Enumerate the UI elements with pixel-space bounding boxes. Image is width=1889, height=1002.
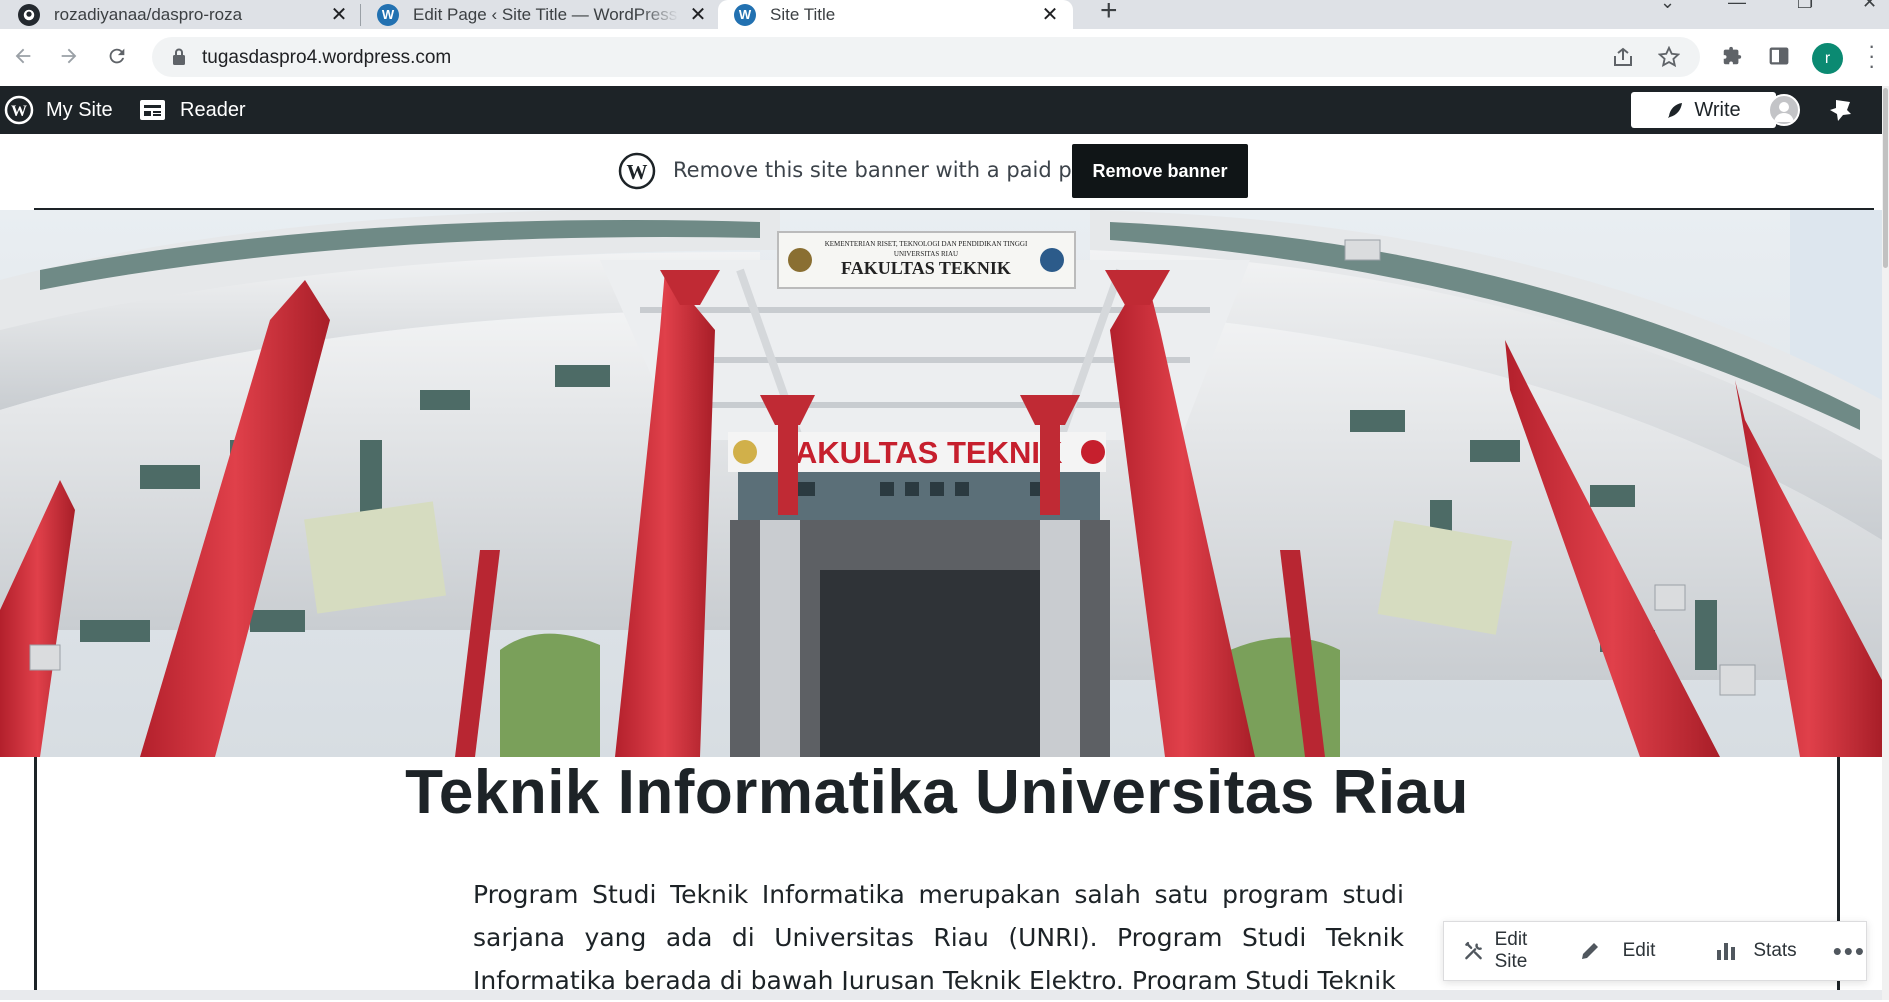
wordpress-logo-icon: W: [618, 152, 656, 190]
top-sign-main: FAKULTAS TEKNIK: [841, 258, 1011, 278]
stats-button[interactable]: Stats: [1715, 940, 1797, 962]
user-avatar[interactable]: [1768, 94, 1800, 126]
maximize-icon[interactable]: ❐: [1797, 0, 1813, 13]
browser-menu-icon[interactable]: · · ·: [1868, 35, 1875, 77]
close-tab-icon[interactable]: ✕: [330, 2, 348, 27]
tab-title: rozadiyanaa/daspro-roza: [54, 4, 243, 24]
profile-avatar[interactable]: r: [1812, 43, 1843, 74]
browser-tab-strip: rozadiyanaa/daspro-roza ✕ W Edit Page ‹ …: [0, 0, 1889, 29]
tab-separator: [360, 4, 361, 26]
reload-button[interactable]: [100, 39, 134, 73]
address-bar[interactable]: tugasdaspro4.wordpress.com: [152, 37, 1700, 77]
lock-icon: [173, 48, 185, 65]
stats-label: Stats: [1753, 940, 1797, 961]
gate-sign: FAKULTAS TEKNIK: [778, 435, 1063, 470]
forward-button[interactable]: [52, 39, 86, 73]
bar-chart-icon: [1717, 943, 1736, 960]
svg-text:W: W: [11, 103, 27, 120]
remove-banner-button[interactable]: Remove banner: [1072, 144, 1248, 198]
my-site-link[interactable]: W My Site: [4, 86, 113, 134]
svg-text:W: W: [627, 160, 648, 184]
minimize-icon[interactable]: —: [1728, 0, 1746, 13]
back-button[interactable]: [6, 39, 40, 73]
reload-icon: [109, 48, 125, 64]
hero-image: KEMENTERIAN RISET, TEKNOLOGI DAN PENDIDI…: [0, 210, 1882, 757]
browser-bottom-edge: [0, 990, 1882, 1000]
share-icon[interactable]: [1612, 47, 1634, 67]
reader-label: Reader: [180, 98, 246, 121]
tab-github[interactable]: rozadiyanaa/daspro-roza ✕: [18, 0, 348, 29]
side-panel-icon[interactable]: [1765, 42, 1793, 70]
github-icon: [18, 3, 40, 26]
edit-label: Edit: [1622, 940, 1656, 961]
edit-button[interactable]: Edit: [1579, 940, 1656, 962]
close-tab-icon[interactable]: ✕: [689, 2, 707, 27]
site-action-bar: Edit Site Edit Stats •••: [1443, 921, 1867, 981]
wordpress-logo-icon: W: [4, 95, 34, 125]
url-text: tugasdaspro4.wordpress.com: [202, 47, 452, 68]
wordpress-admin-bar: W My Site Reader Write: [0, 86, 1882, 134]
site-banner: W Remove this site banner with a paid pl…: [0, 134, 1882, 208]
edit-site-button[interactable]: Edit Site: [1464, 929, 1551, 973]
top-sign-line-2: UNIVERSITAS RIAU: [894, 250, 958, 258]
arrow-left-icon: [15, 48, 31, 64]
bookmark-star-icon[interactable]: [1658, 46, 1680, 68]
more-options-icon[interactable]: •••: [1833, 936, 1866, 967]
page-title: Teknik Informatika Universitas Riau: [405, 758, 1469, 827]
my-site-label: My Site: [46, 98, 113, 121]
tab-edit-page[interactable]: W Edit Page ‹ Site Title — WordPress.com…: [377, 0, 707, 29]
new-tab-button[interactable]: +: [1100, 0, 1118, 28]
banner-message: Remove this site banner with a paid plan: [673, 158, 1104, 182]
write-button[interactable]: Write: [1631, 92, 1776, 128]
page-paragraph: Program Studi Teknik Informatika merupak…: [473, 880, 1404, 995]
browser-toolbar: tugasdaspro4.wordpress.com r · · ·: [0, 29, 1889, 86]
arrow-right-icon: [61, 48, 77, 64]
tab-search-icon[interactable]: ⌄: [1660, 0, 1675, 13]
tools-icon: [1465, 941, 1482, 960]
reader-link[interactable]: Reader: [139, 86, 246, 134]
extensions-icon[interactable]: [1718, 42, 1746, 70]
quill-icon: [1668, 103, 1683, 118]
tab-title: Edit Page ‹ Site Title — WordPress.com: [413, 4, 679, 24]
scrollbar-thumb[interactable]: [1883, 88, 1888, 268]
window-close-icon[interactable]: ✕: [1862, 0, 1877, 13]
notifications-bell-icon[interactable]: [1826, 96, 1856, 129]
edit-site-label: Edit Site: [1494, 929, 1528, 972]
close-tab-icon[interactable]: ✕: [1041, 2, 1059, 27]
wordpress-icon: W: [377, 3, 399, 26]
wordpress-icon: W: [734, 3, 756, 26]
pencil-icon: [1581, 943, 1598, 959]
faculty-building-illustration: KEMENTERIAN RISET, TEKNOLOGI DAN PENDIDI…: [0, 210, 1882, 757]
reader-icon: [140, 100, 165, 120]
tab-title: Site Title: [770, 4, 836, 24]
tab-site-title[interactable]: W Site Title ✕: [718, 0, 1073, 29]
write-label: Write: [1694, 98, 1741, 121]
top-sign-line-1: KEMENTERIAN RISET, TEKNOLOGI DAN PENDIDI…: [825, 240, 1028, 248]
